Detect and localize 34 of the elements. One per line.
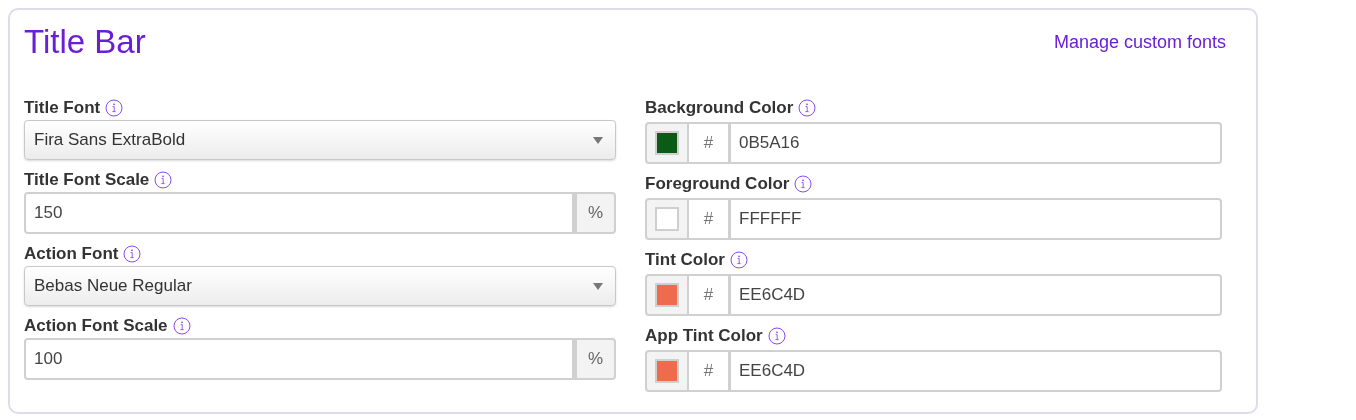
hex-input[interactable]: EE6C4D <box>731 350 1222 392</box>
field-label: Tint Color <box>645 250 725 270</box>
color-picker-button[interactable] <box>645 198 689 240</box>
caret-icon <box>593 136 603 144</box>
scale-input[interactable]: 150 <box>24 192 574 234</box>
manage-fonts-link[interactable]: Manage custom fonts <box>1053 31 1226 53</box>
info-icon[interactable] <box>105 99 124 117</box>
field-label: App Tint Color <box>645 326 763 346</box>
hex-input[interactable]: FFFFFF <box>731 198 1222 240</box>
info-icon[interactable] <box>123 245 142 263</box>
color-picker-button[interactable] <box>645 122 689 164</box>
info-icon[interactable] <box>172 317 191 335</box>
percent-addon: % <box>574 338 616 380</box>
hex-input[interactable]: 0B5A16 <box>731 122 1222 164</box>
color-picker-button[interactable] <box>645 274 689 316</box>
field-label: Title Font <box>24 98 101 118</box>
field-label: Background Color <box>645 98 794 118</box>
field-label: Foreground Color <box>645 174 790 194</box>
scale-input[interactable]: 100 <box>24 338 574 380</box>
field-label: Title Font Scale <box>24 170 150 190</box>
info-icon[interactable] <box>729 251 748 269</box>
section-title: Title Bar <box>24 23 146 61</box>
percent-addon: % <box>574 192 616 234</box>
info-icon[interactable] <box>154 171 173 189</box>
info-icon[interactable] <box>798 99 817 117</box>
info-icon[interactable] <box>767 327 786 345</box>
info-icon[interactable] <box>794 175 813 193</box>
hex-input[interactable]: EE6C4D <box>731 274 1222 316</box>
caret-icon <box>593 282 603 290</box>
field-label: Action Font Scale <box>24 316 168 336</box>
field-label: Action Font <box>24 244 119 264</box>
font-dropdown[interactable]: Fira Sans ExtraBold <box>24 120 616 160</box>
color-picker-button[interactable] <box>645 350 689 392</box>
font-dropdown[interactable]: Bebas Neue Regular <box>24 266 616 306</box>
